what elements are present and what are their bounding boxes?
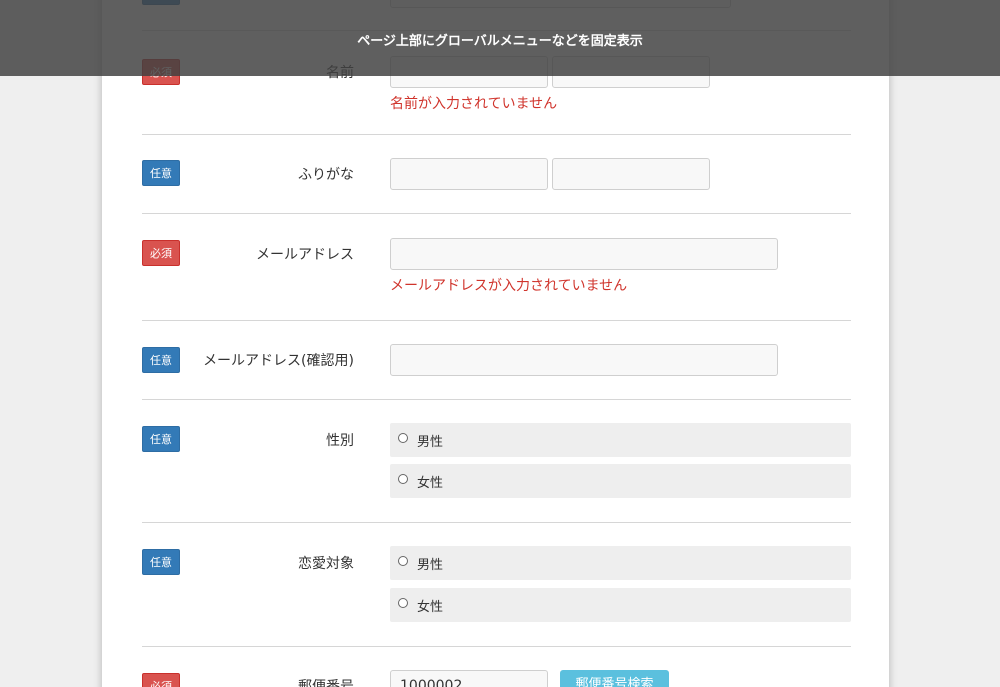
postal-label: 郵便番号 (298, 679, 354, 687)
row-divider (142, 321, 851, 400)
row-divider (142, 400, 851, 523)
row-divider (142, 523, 851, 647)
fixed-header-text: ページ上部にグローバルメニューなどを固定表示 (357, 34, 643, 49)
postal-required-badge: 必須 (142, 673, 180, 687)
postal-code-input[interactable]: 1000002 (390, 670, 548, 687)
row-divider (142, 214, 851, 321)
row-divider (142, 135, 851, 214)
fixed-header-bar: ページ上部にグローバルメニューなどを固定表示 (0, 0, 1000, 76)
postal-search-button[interactable]: 郵便番号検索 (560, 670, 669, 687)
